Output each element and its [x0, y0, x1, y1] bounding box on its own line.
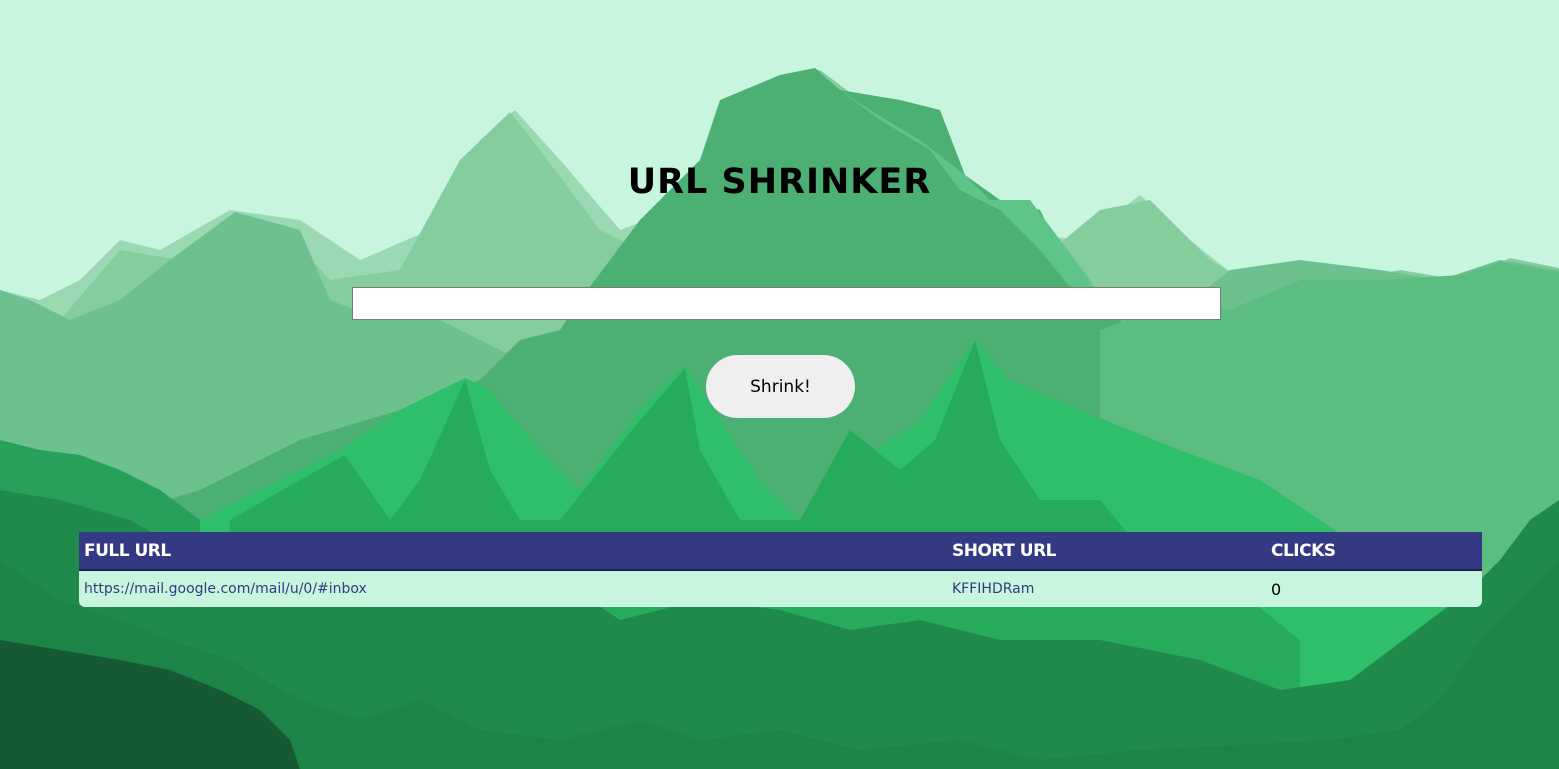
column-header-full-url: FULL URL [79, 532, 947, 571]
short-url-link[interactable]: KFFIHDRam [952, 581, 1034, 597]
table-header-row: FULL URL SHORT URL CLICKS [79, 532, 1482, 571]
table-row: https://mail.google.com/mail/u/0/#inbox … [79, 570, 1482, 607]
full-url-cell: https://mail.google.com/mail/u/0/#inbox [79, 570, 947, 607]
urls-table-container: FULL URL SHORT URL CLICKS https://mail.g… [79, 532, 1482, 607]
full-url-link[interactable]: https://mail.google.com/mail/u/0/#inbox [84, 581, 367, 597]
table-header: FULL URL SHORT URL CLICKS [79, 532, 1482, 571]
urls-table: FULL URL SHORT URL CLICKS https://mail.g… [79, 532, 1482, 607]
column-header-clicks: CLICKS [1266, 532, 1482, 571]
column-header-short-url: SHORT URL [947, 532, 1266, 571]
url-input[interactable] [352, 287, 1221, 320]
table-body: https://mail.google.com/mail/u/0/#inbox … [79, 570, 1482, 607]
shrink-button[interactable]: Shrink! [706, 355, 855, 418]
page-title: URL SHRINKER [627, 162, 932, 202]
short-url-cell: KFFIHDRam [947, 570, 1266, 607]
clicks-count: 0 [1271, 579, 1282, 599]
